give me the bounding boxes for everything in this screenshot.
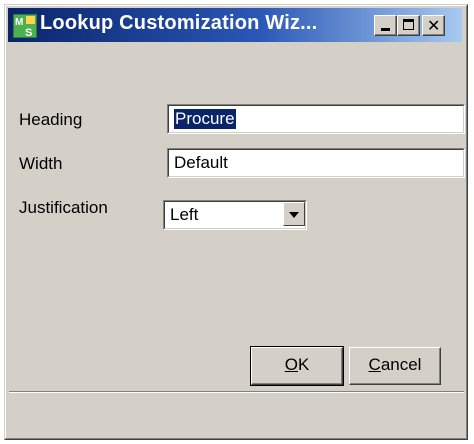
ok-button[interactable]: OK <box>250 346 344 386</box>
cancel-button[interactable]: Cancel <box>349 347 441 385</box>
chevron-down-icon <box>289 212 299 218</box>
ok-label: K <box>297 355 310 374</box>
close-button[interactable]: ✕ <box>422 15 445 36</box>
dialog-window: M S Lookup Customization Wiz... ✕ Headin… <box>4 4 468 440</box>
heading-label: Heading <box>19 110 83 129</box>
window-title: Lookup Customization Wiz... <box>40 12 318 34</box>
minimize-icon <box>381 28 390 31</box>
width-input[interactable]: Default <box>167 148 465 178</box>
svg-text:S: S <box>25 27 32 38</box>
app-icon: M S <box>13 14 37 38</box>
heading-input[interactable]: Procure <box>167 104 465 134</box>
maximize-button[interactable] <box>397 15 420 36</box>
justification-select[interactable]: Left <box>163 200 307 230</box>
minimize-button[interactable] <box>374 15 397 36</box>
separator <box>9 391 464 393</box>
justification-label: Justification <box>19 198 108 217</box>
ok-mnemonic: O <box>284 355 298 374</box>
justification-value: Left <box>170 205 199 224</box>
width-label: Width <box>19 154 63 173</box>
svg-text:M: M <box>15 17 23 28</box>
maximize-icon <box>403 19 414 30</box>
title-bar[interactable]: M S Lookup Customization Wiz... ✕ <box>8 8 462 42</box>
width-value: Default <box>174 153 228 172</box>
justification-dropdown-button[interactable] <box>283 202 305 226</box>
close-icon: ✕ <box>427 16 441 35</box>
cancel-label: ancel <box>380 355 422 374</box>
cancel-mnemonic: C <box>368 355 381 374</box>
heading-value: Procure <box>174 109 236 129</box>
